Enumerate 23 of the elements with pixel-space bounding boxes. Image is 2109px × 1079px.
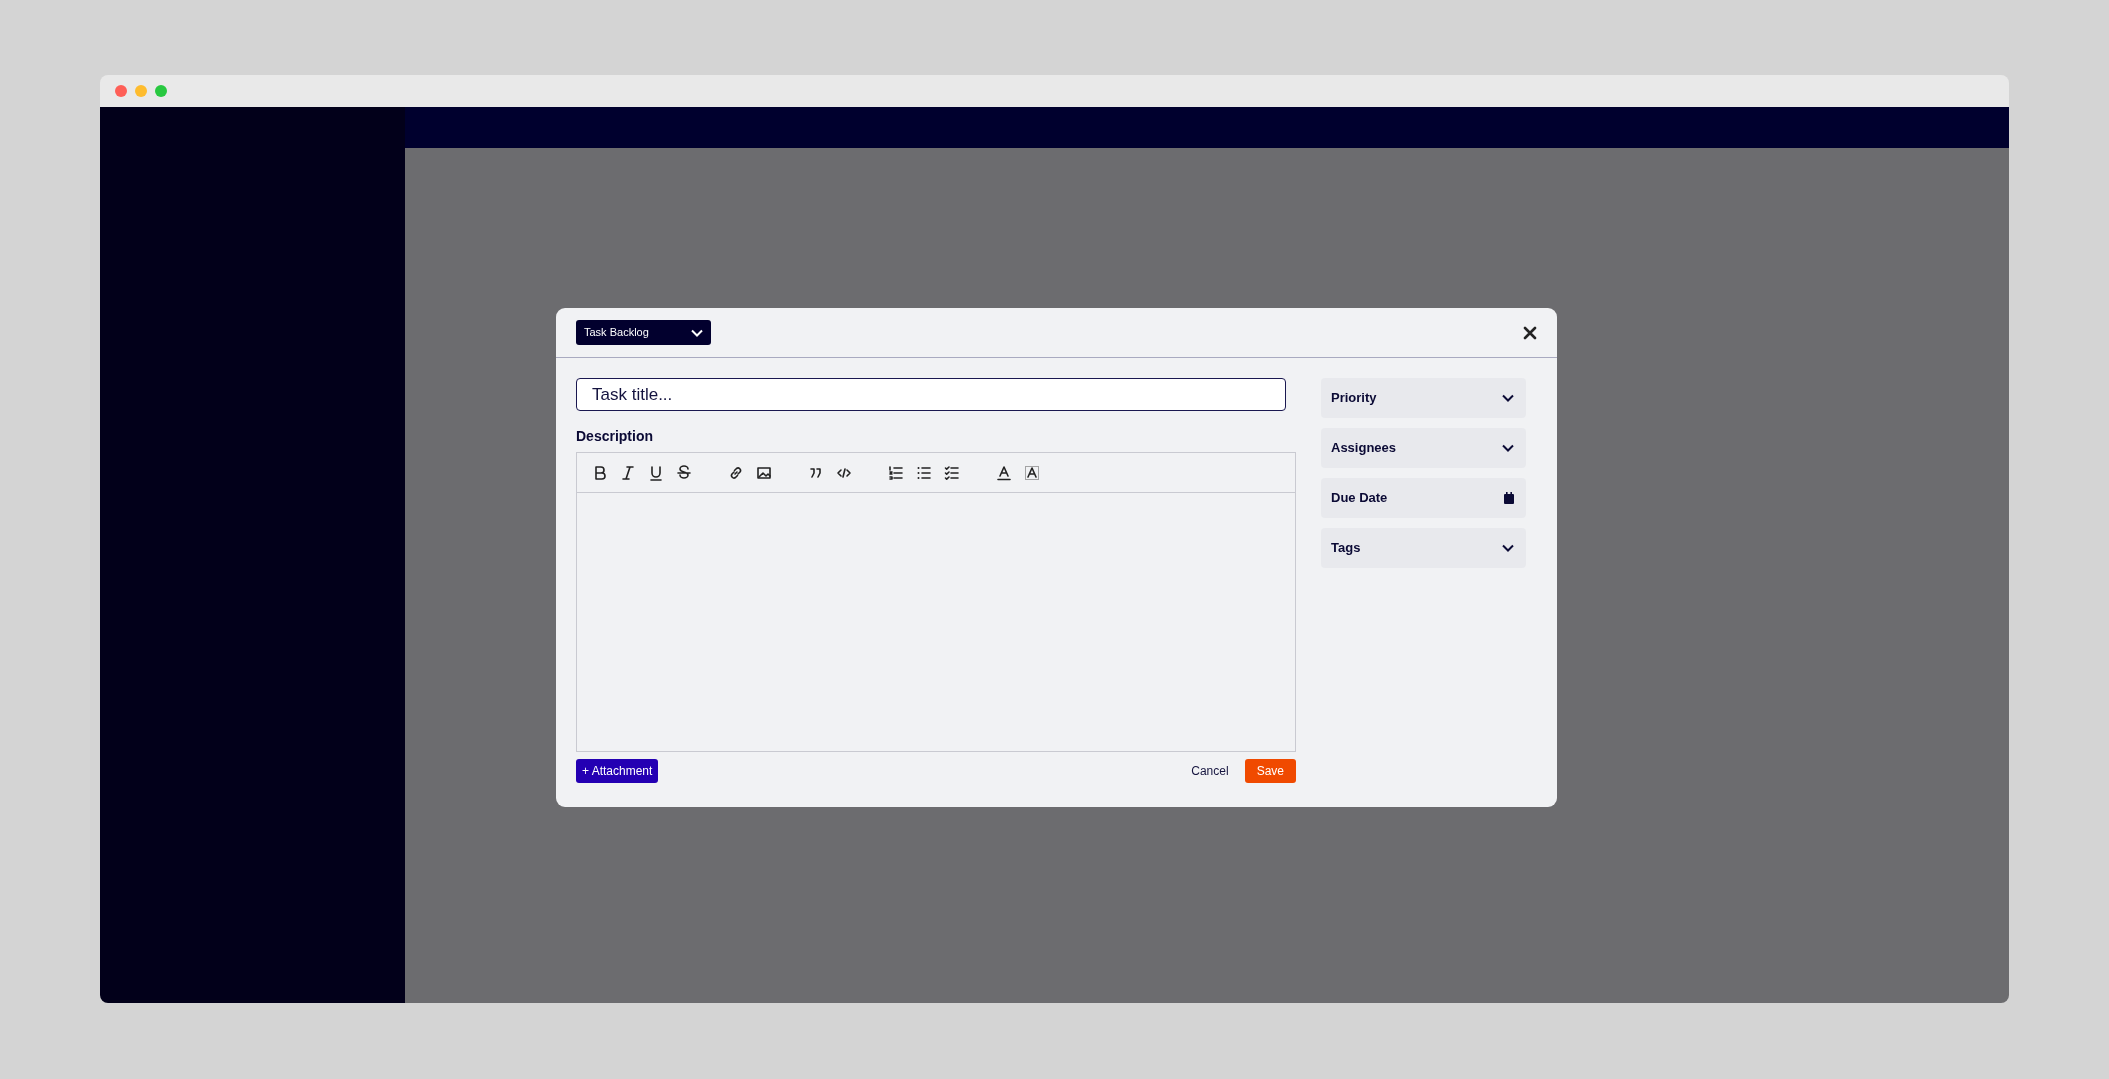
field-dropdown[interactable]: Tags <box>1321 528 1526 568</box>
field-dropdown[interactable]: Assignees <box>1321 428 1526 468</box>
chevron-down-icon <box>1502 394 1514 402</box>
checklist-icon[interactable] <box>943 463 961 482</box>
status-dropdown[interactable]: Task Backlog <box>576 320 711 345</box>
italic-icon[interactable] <box>619 463 637 482</box>
save-button[interactable]: Save <box>1244 759 1296 783</box>
numbered-list-icon[interactable] <box>887 463 905 482</box>
description-label: Description <box>576 427 654 446</box>
strikethrough-icon[interactable] <box>675 463 693 482</box>
calendar-icon <box>1504 492 1514 504</box>
date-picker-field[interactable]: Due Date <box>1321 478 1526 518</box>
task-title-field[interactable]: Task title... <box>576 378 1286 411</box>
chevron-down-icon <box>691 328 703 337</box>
cancel-button[interactable]: Cancel <box>1183 759 1237 783</box>
highlight-icon[interactable] <box>1023 463 1041 482</box>
text-color-icon[interactable] <box>995 463 1013 482</box>
field-dropdown[interactable]: Priority <box>1321 378 1526 418</box>
close-button[interactable] <box>1523 325 1537 340</box>
attachment-button[interactable]: + Attachment <box>576 759 659 783</box>
chevron-down-icon <box>1502 544 1514 552</box>
chevron-down-icon <box>1502 444 1514 452</box>
underline-icon[interactable] <box>647 463 665 482</box>
